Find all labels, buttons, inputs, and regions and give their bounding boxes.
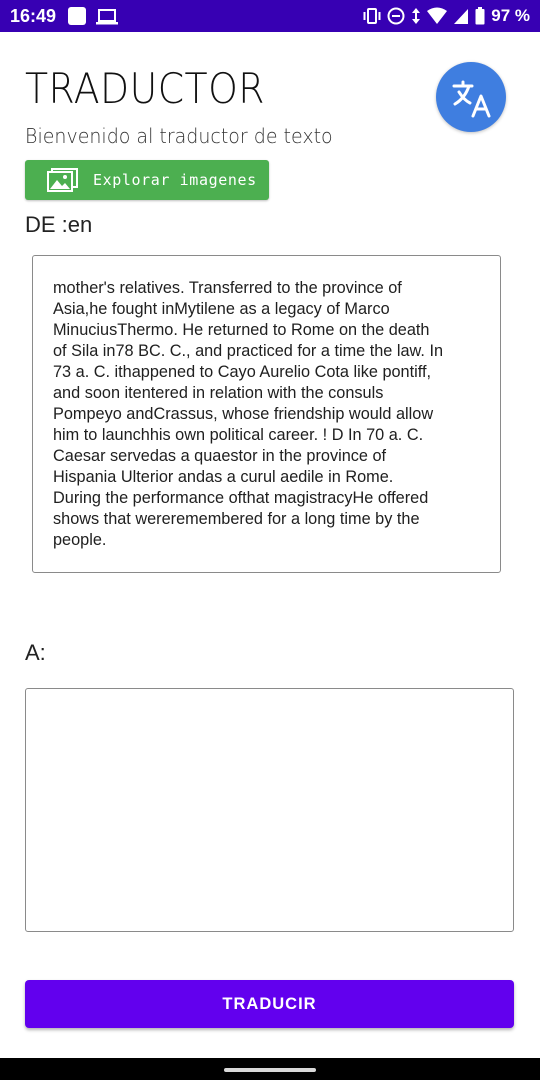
target-language-label: A:	[25, 640, 46, 665]
source-text-field[interactable]: mother's relatives. Transferred to the p…	[32, 255, 501, 573]
translate-button[interactable]: TRADUCIR	[25, 980, 514, 1028]
battery-icon	[475, 7, 485, 25]
wifi-icon	[427, 7, 448, 24]
page-title: TRADUCTOR	[25, 64, 266, 113]
home-handle[interactable]	[224, 1068, 316, 1072]
do-not-disturb-icon	[387, 7, 405, 25]
gallery-icon	[47, 168, 78, 192]
battery-percent: 97 %	[491, 6, 530, 25]
subtitle: Bienvenido al traductor de texto	[25, 124, 333, 148]
source-language-label: DE :en	[25, 212, 93, 237]
signal-icon	[454, 9, 469, 24]
status-time: 16:49	[10, 6, 57, 26]
source-text: mother's relatives. Transferred to the p…	[53, 279, 444, 549]
notification-square-icon	[68, 7, 86, 25]
explore-images-button[interactable]: Explorar imagenes	[25, 160, 269, 200]
navigation-bar	[0, 1058, 540, 1080]
target-text-field[interactable]	[25, 688, 514, 932]
status-bar: 16:49 97 %	[0, 0, 540, 32]
status-icons: 97 %	[363, 6, 530, 26]
laptop-icon	[96, 9, 118, 25]
vibrate-icon	[363, 8, 381, 24]
explore-images-label: Explorar imagenes	[93, 171, 257, 189]
data-arrows-icon	[412, 8, 421, 24]
translate-icon[interactable]	[436, 62, 506, 132]
